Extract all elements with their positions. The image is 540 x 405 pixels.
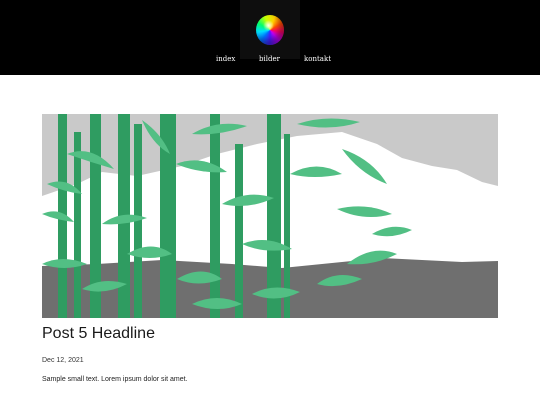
post-excerpt: Sample small text. Lorem ipsum dolor sit… <box>42 376 188 383</box>
bamboo-mountain-illustration <box>42 114 498 318</box>
nav-link-index[interactable]: index <box>216 55 235 64</box>
post-date: Dec 12, 2021 <box>42 357 84 364</box>
post-headline[interactable]: Post 5 Headline <box>42 325 155 343</box>
site-logo[interactable] <box>240 0 300 59</box>
nav-link-bilder[interactable]: bilder <box>259 55 280 64</box>
gradient-sphere-logo-icon <box>256 15 284 45</box>
site-header: index bilder kontakt <box>0 0 540 75</box>
post-hero-image[interactable] <box>42 114 498 318</box>
nav-link-kontakt[interactable]: kontakt <box>304 55 331 64</box>
